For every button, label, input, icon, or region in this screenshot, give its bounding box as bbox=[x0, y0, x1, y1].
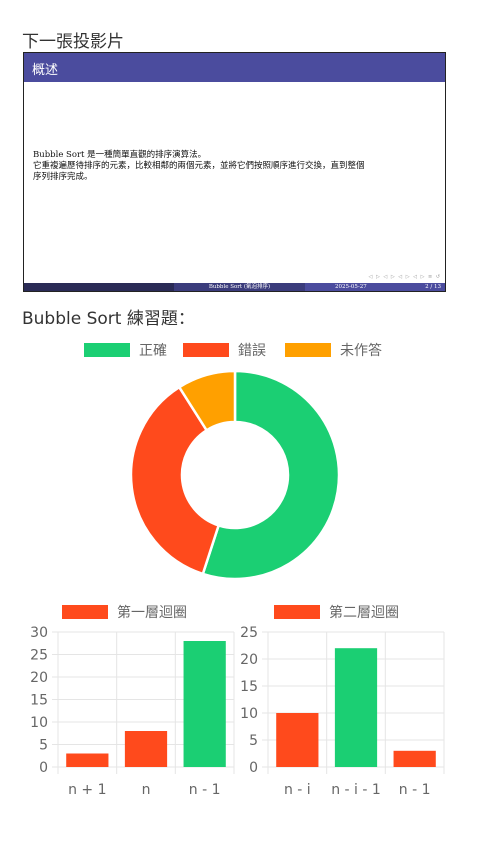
legend-swatch bbox=[285, 343, 331, 357]
slide-nav-icons: ◁ ▷ ◁ ▷ ◁ ▷ ◁ ▷ ≡ ↺ bbox=[368, 274, 441, 280]
y-tick-label: 5 bbox=[39, 738, 48, 754]
y-tick-label: 25 bbox=[30, 648, 48, 664]
slide-preview[interactable]: 概述 Bubble Sort 是一種簡單直觀的排序演算法。 它重複遍歷待排序的元… bbox=[23, 52, 446, 292]
legend-swatch bbox=[274, 605, 320, 619]
slide-footer-title: Bubble Sort (氣泡排序) bbox=[174, 283, 305, 291]
legend-correct[interactable]: 正確 bbox=[84, 340, 167, 360]
legend-swatch bbox=[62, 605, 108, 619]
legend-label: 未作答 bbox=[340, 343, 382, 359]
slide-line: Bubble Sort 是一種簡單直觀的排序演算法。 bbox=[33, 150, 207, 160]
bar[interactable] bbox=[393, 750, 436, 767]
y-tick-label: 15 bbox=[240, 679, 258, 695]
legend-second-loop[interactable]: 第二層迴圈 bbox=[274, 602, 399, 622]
y-tick-label: 20 bbox=[30, 670, 48, 686]
slide-footer-right: 2025-05-27 2 / 13 bbox=[305, 283, 445, 291]
y-tick-label: 0 bbox=[39, 760, 48, 776]
y-tick-label: 15 bbox=[30, 693, 48, 709]
x-tick-label: n + 1 bbox=[68, 782, 106, 798]
x-tick-label: n - 1 bbox=[399, 782, 431, 798]
slide-title: 概述 bbox=[32, 63, 59, 78]
legend-swatch bbox=[84, 343, 130, 357]
legend-label: 錯誤 bbox=[238, 343, 266, 359]
x-tick-label: n - 1 bbox=[189, 782, 221, 798]
slide-footer-page: 2 / 13 bbox=[425, 284, 441, 290]
bar[interactable] bbox=[66, 753, 109, 768]
legend-label: 第二層迴圈 bbox=[329, 605, 399, 621]
slide-footer: Bubble Sort (氣泡排序) 2025-05-27 2 / 13 bbox=[24, 283, 445, 291]
legend-wrong[interactable]: 錯誤 bbox=[183, 340, 266, 360]
first-loop-bar-chart: 0 5 10 15 20 25 30 n + 1 n n - 1 bbox=[30, 625, 235, 798]
legend-label: 第一層迴圈 bbox=[117, 605, 187, 621]
x-tick-label: n bbox=[142, 782, 151, 798]
y-tick-label: 10 bbox=[30, 715, 48, 731]
donut-chart bbox=[129, 369, 341, 581]
bar[interactable] bbox=[276, 713, 319, 767]
x-tick-label: n - i - 1 bbox=[331, 782, 381, 798]
bar[interactable] bbox=[334, 648, 378, 767]
y-tick-label: 20 bbox=[240, 652, 258, 668]
x-tick-label: n - i bbox=[284, 782, 311, 798]
y-tick-label: 5 bbox=[249, 733, 258, 749]
slide-title-bar: 概述 bbox=[24, 53, 445, 82]
bar[interactable] bbox=[124, 731, 168, 767]
legend-unanswered[interactable]: 未作答 bbox=[285, 340, 382, 360]
slide-line: 它重複遍歷待排序的元素，比較相鄰的兩個元素，並將它們按照順序進行交換，直到整個 bbox=[33, 161, 365, 171]
slide-line: 序列排序完成。 bbox=[33, 172, 93, 182]
legend-label: 正確 bbox=[139, 343, 167, 359]
bar[interactable] bbox=[183, 641, 226, 767]
next-slide-heading: 下一張投影片 bbox=[22, 32, 124, 52]
slide-footer-left bbox=[24, 283, 174, 291]
y-tick-label: 25 bbox=[240, 625, 258, 641]
legend-swatch bbox=[183, 343, 229, 357]
y-tick-label: 0 bbox=[249, 760, 258, 776]
y-tick-label: 30 bbox=[30, 625, 48, 641]
y-tick-label: 10 bbox=[240, 706, 258, 722]
exercise-heading: Bubble Sort 練習題： bbox=[22, 309, 195, 329]
legend-first-loop[interactable]: 第一層迴圈 bbox=[62, 602, 187, 622]
second-loop-bar-chart: 0 5 10 15 20 25 n - i n - i - 1 n - 1 bbox=[240, 625, 445, 798]
slide-footer-date: 2025-05-27 bbox=[335, 284, 367, 290]
slide-body: Bubble Sort 是一種簡單直觀的排序演算法。 它重複遍歷待排序的元素，比… bbox=[33, 150, 365, 183]
